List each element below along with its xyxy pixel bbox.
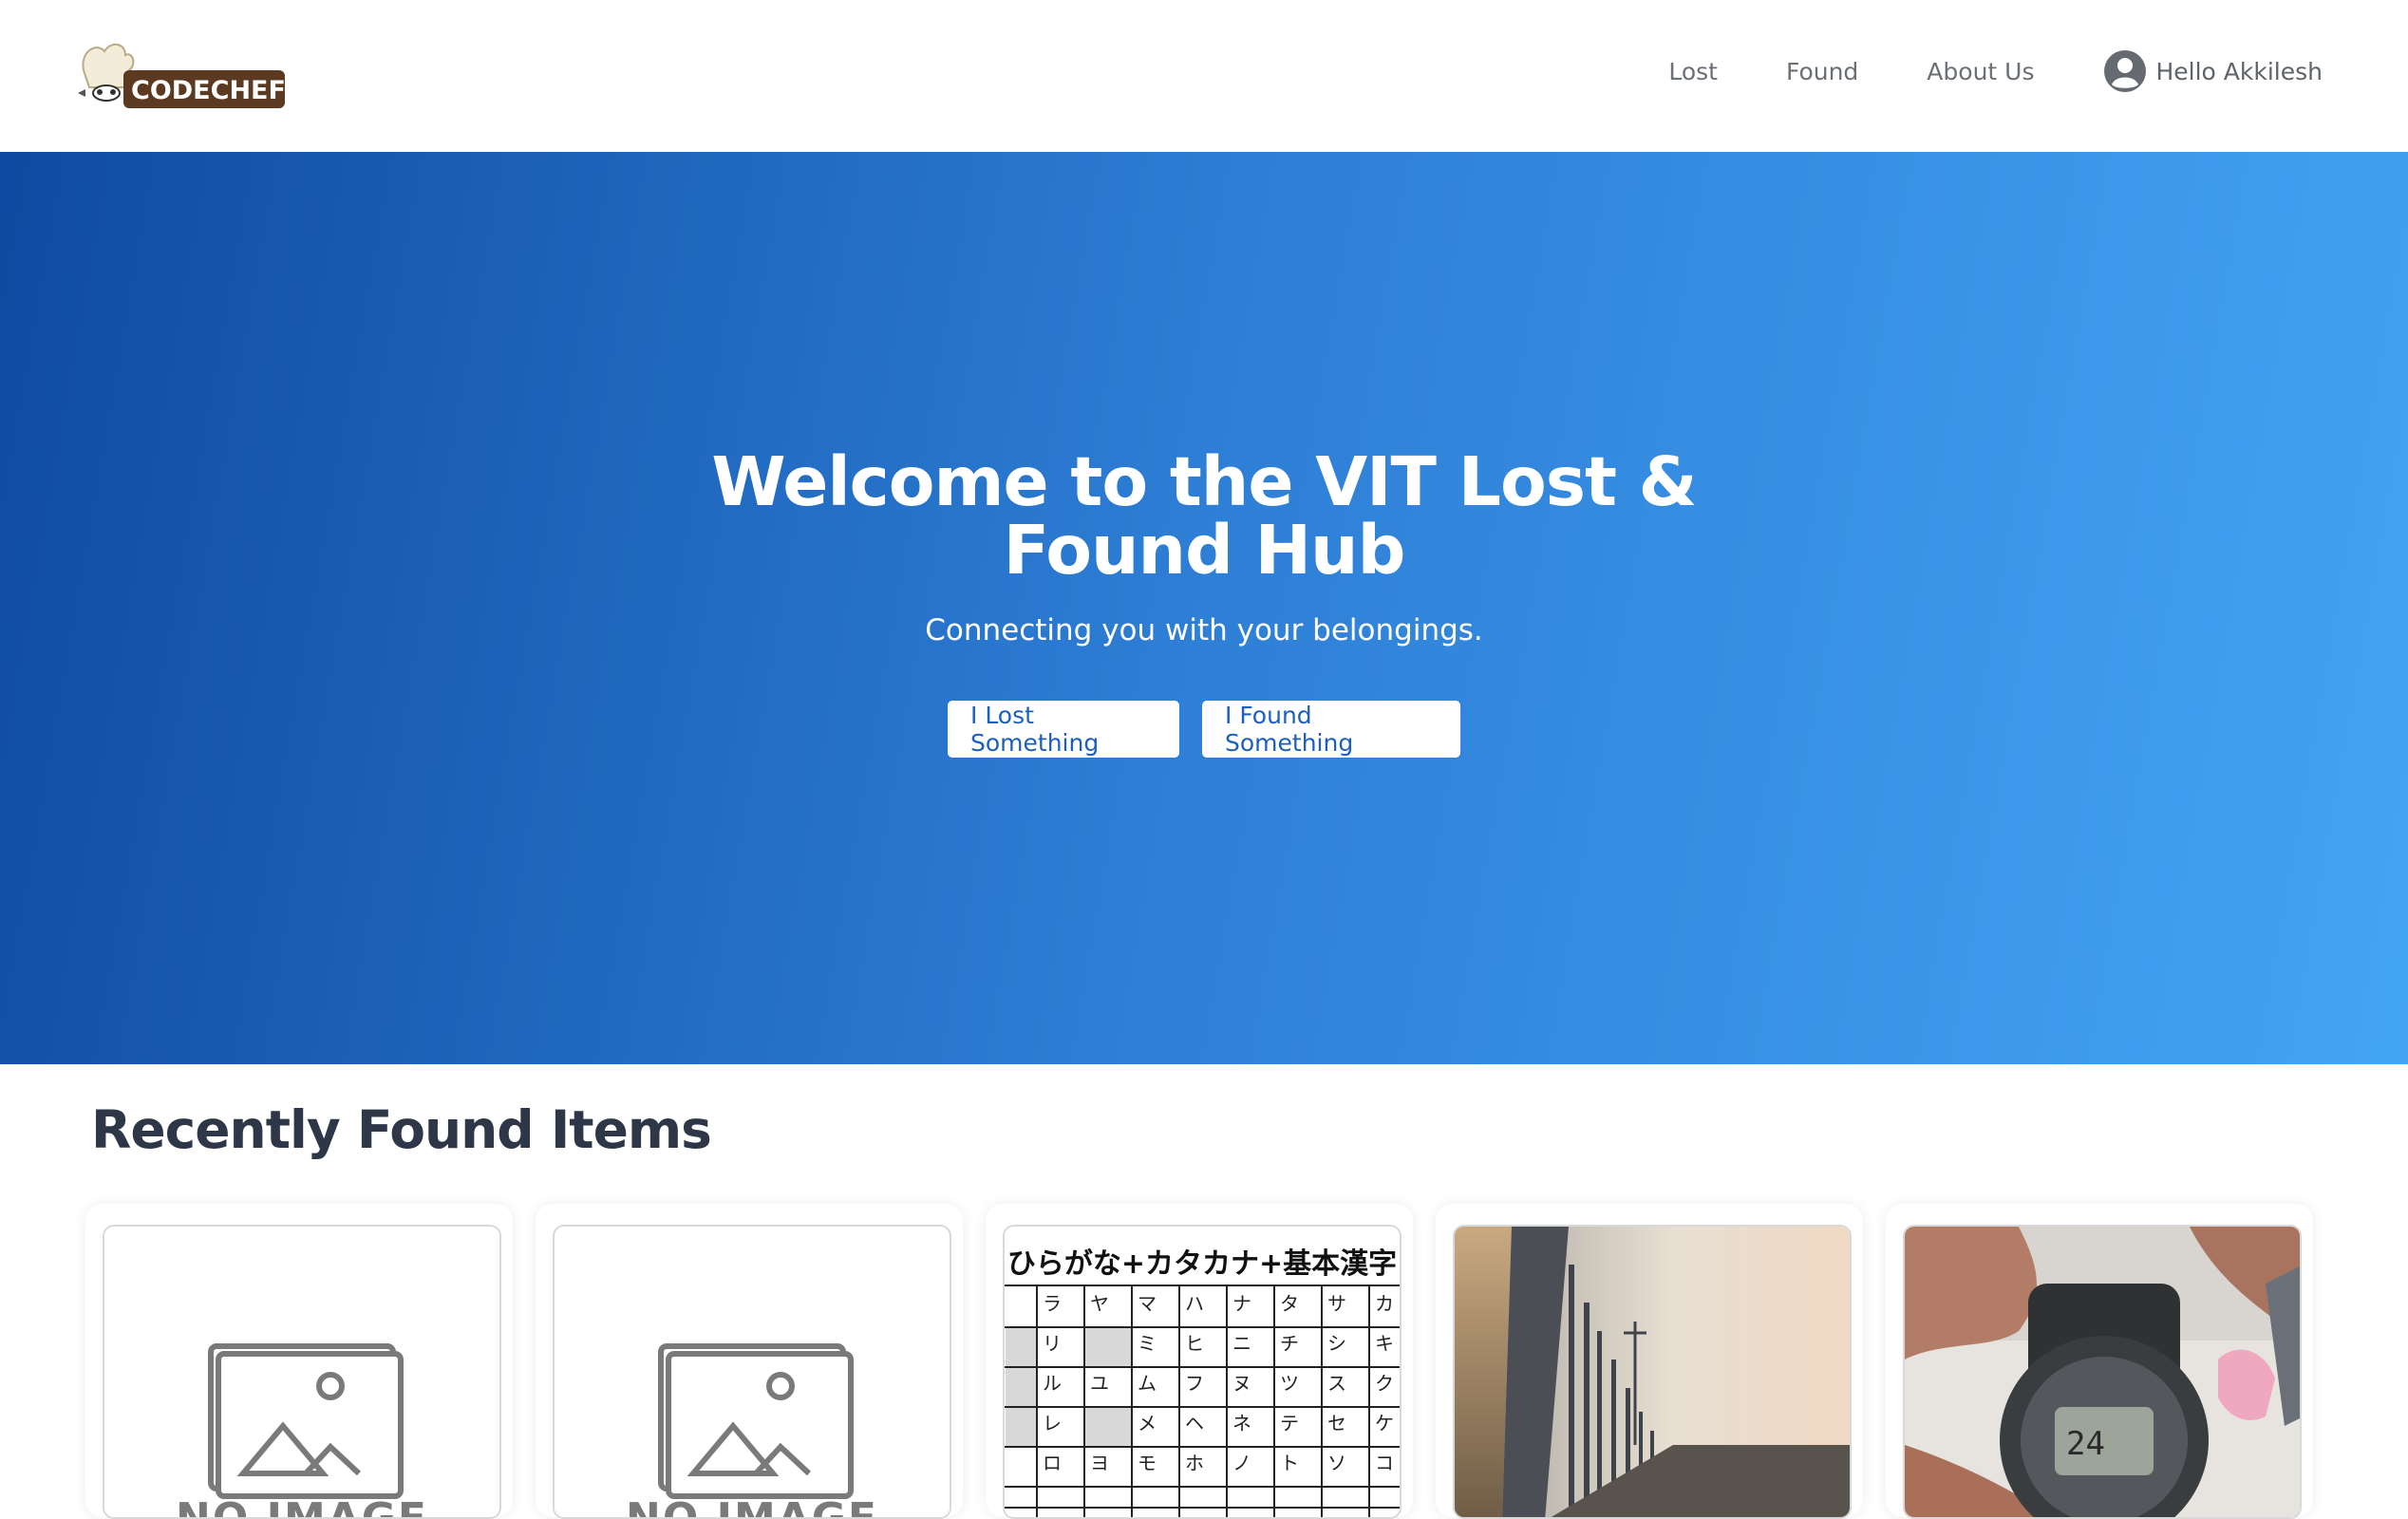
svg-text:レ: レ — [1043, 1412, 1062, 1435]
item-card-image[interactable]: NO IMAGE — [103, 1225, 501, 1519]
svg-text:ル: ル — [1043, 1372, 1062, 1395]
item-card-image[interactable] — [1453, 1225, 1852, 1519]
svg-text:リ: リ — [1043, 1332, 1062, 1355]
item-card: NO IMAGE — [85, 1204, 513, 1519]
nav-about-link[interactable]: About Us — [1927, 58, 2034, 85]
hero-banner: Welcome to the VIT Lost & Found Hub Conn… — [0, 152, 2408, 1064]
item-card: 24 — [1886, 1204, 2313, 1519]
item-card-image[interactable]: NO IMAGE — [553, 1225, 951, 1519]
nav-links: Lost Found About Us Hello Akkilesh — [1668, 0, 2408, 142]
found-something-button[interactable]: I Found Something — [1202, 701, 1460, 758]
hero-buttons: I Lost Something I Found Something — [0, 701, 2408, 758]
navbar: CODECHEF Lost Found About Us Hello Akkil… — [0, 0, 2408, 152]
svg-text:ノ: ノ — [1232, 1452, 1251, 1474]
svg-text:テ: テ — [1280, 1412, 1299, 1435]
user-circle-icon — [2102, 48, 2148, 94]
user-menu[interactable]: Hello Akkilesh — [2102, 48, 2323, 94]
svg-text:サ: サ — [1327, 1292, 1346, 1315]
svg-text:ツ: ツ — [1280, 1372, 1299, 1395]
svg-text:ネ: ネ — [1232, 1412, 1251, 1435]
svg-text:ケ: ケ — [1375, 1412, 1394, 1435]
recent-items-heading: Recently Found Items — [91, 1099, 712, 1160]
nav-lost-link[interactable]: Lost — [1668, 58, 1718, 85]
svg-text:ホ: ホ — [1185, 1452, 1204, 1474]
svg-text:モ: モ — [1138, 1452, 1157, 1474]
svg-text:シ: シ — [1327, 1332, 1346, 1355]
lakeside-sunset-photo — [1455, 1227, 1850, 1517]
nav-found-link[interactable]: Found — [1786, 58, 1858, 85]
codechef-logo[interactable]: CODECHEF — [76, 38, 287, 112]
svg-text:ソ: ソ — [1327, 1452, 1346, 1474]
no-image-icon — [208, 1343, 404, 1499]
hero-title-line2: Found Hub — [1003, 511, 1406, 590]
svg-text:ヤ: ヤ — [1090, 1292, 1109, 1315]
recent-items-list: NO IMAGE NO IMAGE ひらがな+カタカナ+基本漢字 ラ ヤ マ ハ… — [85, 1204, 2326, 1519]
lost-something-button[interactable]: I Lost Something — [948, 701, 1179, 758]
svg-text:タ: タ — [1280, 1292, 1299, 1315]
kana-chart-caption: ひらがな+カタカナ+基本漢字 — [1006, 1247, 1398, 1281]
svg-text:ク: ク — [1375, 1372, 1394, 1395]
hero-subtitle: Connecting you with your belongings. — [925, 613, 1483, 647]
no-image-label: NO IMAGE — [176, 1494, 428, 1519]
no-image-label: NO IMAGE — [626, 1494, 878, 1519]
svg-text:ラ: ラ — [1043, 1292, 1062, 1315]
svg-text:ヨ: ヨ — [1090, 1452, 1109, 1474]
hero-title-line1: Welcome to the VIT Lost & — [711, 442, 1697, 521]
user-greeting: Hello Akkilesh — [2155, 57, 2323, 85]
svg-text:コ: コ — [1375, 1452, 1394, 1474]
item-card — [1436, 1204, 1863, 1519]
svg-text:ヌ: ヌ — [1232, 1372, 1251, 1395]
svg-text:ナ: ナ — [1232, 1292, 1251, 1315]
item-card-image[interactable]: 24 — [1903, 1225, 2302, 1519]
svg-text:フ: フ — [1185, 1372, 1204, 1395]
logo-text: CODECHEF — [131, 76, 286, 105]
hero-title: Welcome to the VIT Lost & Found Hub — [0, 448, 2408, 585]
svg-text:ニ: ニ — [1232, 1332, 1251, 1355]
svg-text:カ: カ — [1375, 1292, 1394, 1315]
svg-text:メ: メ — [1138, 1412, 1157, 1435]
svg-text:ヘ: ヘ — [1185, 1412, 1204, 1435]
svg-text:セ: セ — [1327, 1412, 1346, 1435]
svg-text:24: 24 — [2066, 1425, 2105, 1463]
svg-text:ハ: ハ — [1185, 1292, 1204, 1315]
item-card: ひらがな+カタカナ+基本漢字 ラ ヤ マ ハ ナ タ サ カ リ ミ ヒ ニ チ… — [986, 1204, 1413, 1519]
svg-text:ム: ム — [1138, 1372, 1157, 1395]
svg-text:キ: キ — [1375, 1332, 1394, 1355]
item-card-image[interactable]: ひらがな+カタカナ+基本漢字 ラ ヤ マ ハ ナ タ サ カ リ ミ ヒ ニ チ… — [1003, 1225, 1402, 1519]
svg-text:マ: マ — [1138, 1292, 1157, 1315]
no-image-icon — [658, 1343, 854, 1499]
svg-text:ロ: ロ — [1043, 1452, 1062, 1474]
svg-text:ス: ス — [1327, 1372, 1346, 1395]
svg-text:ユ: ユ — [1090, 1372, 1109, 1395]
wristwatch-photo: 24 — [1905, 1227, 2300, 1517]
svg-text:チ: チ — [1280, 1332, 1299, 1355]
svg-text:ミ: ミ — [1138, 1332, 1157, 1355]
item-card: NO IMAGE — [536, 1204, 963, 1519]
svg-text:ト: ト — [1280, 1452, 1299, 1474]
svg-text:ヒ: ヒ — [1185, 1332, 1204, 1355]
